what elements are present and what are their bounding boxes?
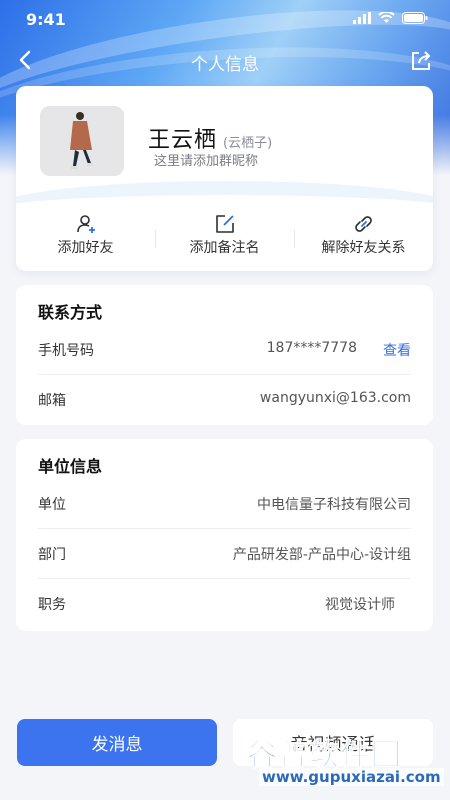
action-divider xyxy=(155,230,156,248)
department-label: 部门 xyxy=(38,547,66,563)
profile-alias: (云栖子) xyxy=(223,136,273,151)
add-friend-button[interactable]: 添加好友 xyxy=(16,214,155,259)
status-time: 9:41 xyxy=(26,10,66,29)
org-section: 单位信息 单位 中电信量子科技有限公司 部门 产品研发部-产品中心-设计组 职务… xyxy=(16,439,433,631)
email-row: 邮箱 wangyunxi@163.com xyxy=(38,375,411,425)
phone-row: 手机号码 187****7778 查看 xyxy=(38,325,411,375)
contact-section-title: 联系方式 xyxy=(38,303,103,322)
email-value[interactable]: wangyunxi@163.com xyxy=(260,390,411,406)
send-message-button[interactable]: 发消息 xyxy=(17,719,217,766)
add-user-icon xyxy=(76,215,95,233)
wifi-icon xyxy=(378,12,395,23)
status-bar: 9:41 xyxy=(0,0,450,40)
edit-note-icon xyxy=(215,215,234,233)
page-title: 个人信息 xyxy=(191,55,259,75)
profile-card: 王云栖 (云栖子) 这里请添加群昵称 添加好友 添加备注名 解除好友关系 xyxy=(16,86,433,271)
group-nickname[interactable]: 这里请添加群昵称 xyxy=(154,150,258,169)
battery-icon xyxy=(402,12,428,24)
company-row: 单位 中电信量子科技有限公司 xyxy=(38,479,411,529)
watermark-url: www.gupuxiazai.com xyxy=(259,768,444,786)
company-value: 中电信量子科技有限公司 xyxy=(257,497,411,513)
avatar[interactable] xyxy=(40,106,124,176)
nav-bar: 个人信息 xyxy=(0,40,450,82)
add-remark-label: 添加备注名 xyxy=(189,240,260,256)
view-phone-link[interactable]: 查看 xyxy=(383,340,411,360)
share-icon[interactable] xyxy=(408,48,434,74)
signal-icon xyxy=(353,12,371,24)
department-row: 部门 产品研发部-产品中心-设计组 xyxy=(38,529,411,579)
email-label: 邮箱 xyxy=(38,393,66,409)
department-value: 产品研发部-产品中心-设计组 xyxy=(232,547,411,563)
position-value: 视觉设计师 xyxy=(325,597,395,613)
add-friend-label: 添加好友 xyxy=(57,240,114,256)
phone-label: 手机号码 xyxy=(38,343,94,359)
phone-value: 187****7778 xyxy=(266,340,357,356)
position-row: 职务 视觉设计师 xyxy=(38,579,411,629)
org-section-title: 单位信息 xyxy=(38,457,103,476)
position-label: 职务 xyxy=(38,597,66,613)
add-remark-button[interactable]: 添加备注名 xyxy=(155,214,294,259)
watermark: 谷普软件园 www.gupuxiazai.com xyxy=(245,728,445,796)
unlink-icon xyxy=(354,216,372,232)
profile-actions: 添加好友 添加备注名 解除好友关系 xyxy=(16,214,433,259)
remove-friend-button[interactable]: 解除好友关系 xyxy=(294,214,433,259)
action-divider xyxy=(294,230,295,248)
remove-friend-label: 解除好友关系 xyxy=(321,240,406,256)
company-label: 单位 xyxy=(38,497,66,513)
contact-section: 联系方式 手机号码 187****7778 查看 邮箱 wangyunxi@16… xyxy=(16,285,433,425)
